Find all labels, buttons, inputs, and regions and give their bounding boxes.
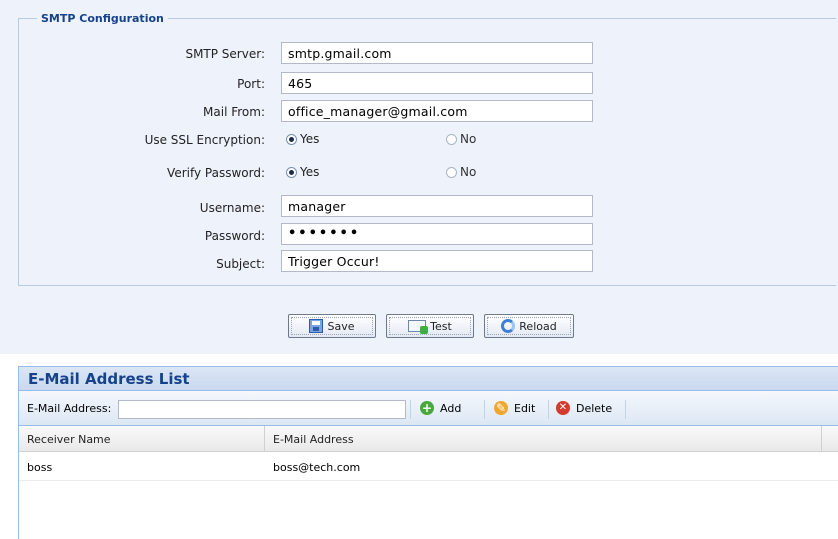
add-button-label: Add <box>440 401 462 415</box>
floppy-disk-icon <box>309 319 324 333</box>
ssl-no-label: No <box>460 132 477 146</box>
username-label: Username: <box>199 201 265 215</box>
mail-send-icon <box>408 320 429 334</box>
delete-button[interactable]: ✕ Delete <box>556 401 612 415</box>
toolbar-separator <box>410 400 411 419</box>
delete-circle-icon: ✕ <box>556 401 570 415</box>
radio-selected-icon <box>286 133 297 145</box>
save-button-label: Save <box>327 319 355 333</box>
save-button[interactable]: Save <box>288 314 376 338</box>
subject-input[interactable]: Trigger Occur! <box>281 250 593 272</box>
column-header-email-address[interactable]: E-Mail Address <box>265 426 821 451</box>
port-label: Port: <box>237 77 265 91</box>
receiver-name-cell: boss <box>27 461 53 474</box>
reload-button-label: Reload <box>519 319 557 333</box>
test-button[interactable]: Test <box>386 314 474 338</box>
mail-from-label: Mail From: <box>203 105 265 119</box>
add-button[interactable]: + Add <box>420 401 461 415</box>
subject-label: Subject: <box>216 257 265 271</box>
reload-button[interactable]: Reload <box>484 314 574 338</box>
verify-no-radio[interactable]: No <box>446 165 476 179</box>
grid-header: Receiver Name E-Mail Address <box>19 426 838 452</box>
email-address-label: E-Mail Address: <box>27 402 112 415</box>
mail-from-input[interactable]: office_manager@gmail.com <box>281 100 593 122</box>
edit-button-label: Edit <box>514 401 536 415</box>
reload-icon <box>501 319 516 333</box>
ssl-no-radio[interactable]: No <box>446 132 476 146</box>
verify-no-label: No <box>460 165 477 179</box>
add-circle-icon: + <box>420 401 434 415</box>
smtp-server-input[interactable]: smtp.gmail.com <box>281 42 593 64</box>
port-input[interactable]: 465 <box>281 72 593 94</box>
toolbar-separator <box>484 400 485 419</box>
password-input[interactable]: ••••••• <box>281 223 593 245</box>
column-divider <box>821 426 822 451</box>
email-list-toolbar: E-Mail Address: + Add ✎ Edit ✕ Delete <box>18 391 838 426</box>
ssl-yes-label: Yes <box>300 132 320 146</box>
radio-selected-icon <box>286 166 297 178</box>
toolbar-separator <box>548 400 549 419</box>
table-row[interactable]: boss boss@tech.com <box>19 453 838 481</box>
ssl-yes-radio[interactable]: Yes <box>286 132 319 146</box>
email-address-input[interactable] <box>118 400 406 419</box>
smtp-configuration-legend: SMTP Configuration <box>41 12 164 25</box>
email-list-title: E-Mail Address List <box>18 366 838 391</box>
test-button-label: Test <box>430 319 452 333</box>
email-address-cell: boss@tech.com <box>273 461 361 474</box>
delete-button-label: Delete <box>576 401 613 415</box>
radio-unselected-icon <box>446 166 457 178</box>
column-header-receiver-name[interactable]: Receiver Name <box>19 426 264 451</box>
verify-password-label: Verify Password: <box>167 166 265 180</box>
ssl-encryption-label: Use SSL Encryption: <box>144 133 265 147</box>
username-input[interactable]: manager <box>281 195 593 217</box>
verify-yes-radio[interactable]: Yes <box>286 165 319 179</box>
password-label: Password: <box>204 229 265 243</box>
toolbar-separator <box>625 400 626 419</box>
edit-circle-icon: ✎ <box>494 401 508 415</box>
edit-button[interactable]: ✎ Edit <box>494 401 535 415</box>
verify-yes-label: Yes <box>300 165 320 179</box>
radio-unselected-icon <box>446 133 457 145</box>
email-address-grid: Receiver Name E-Mail Address boss boss@t… <box>18 426 838 539</box>
smtp-server-label: SMTP Server: <box>185 47 265 61</box>
